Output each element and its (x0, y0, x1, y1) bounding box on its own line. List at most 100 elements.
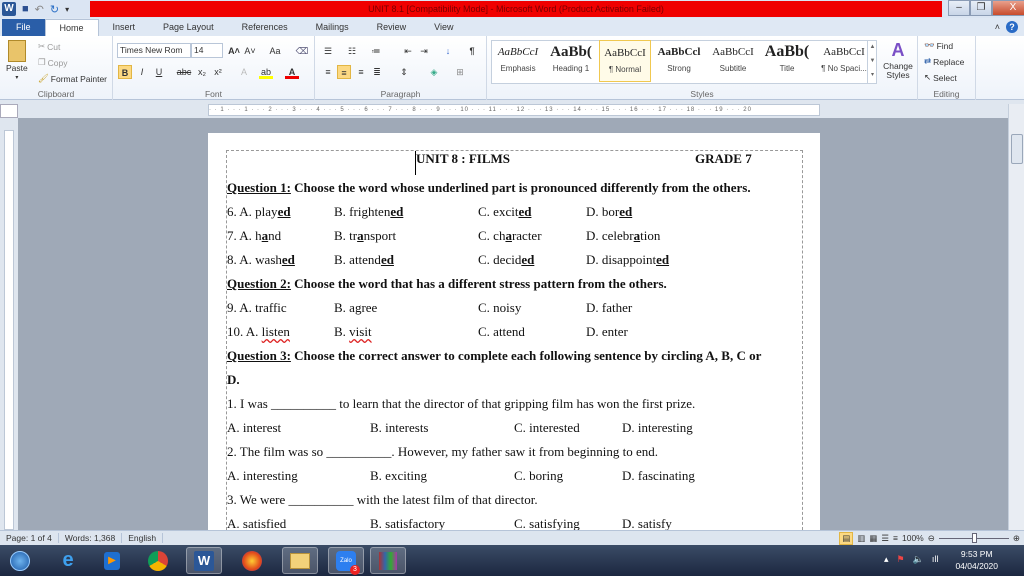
zoom-slider[interactable] (938, 532, 1009, 543)
style-subtitle[interactable]: AaBbCcI Subtitle (707, 40, 759, 82)
web-layout-icon[interactable]: ▦ (869, 533, 877, 544)
line-spacing-icon[interactable]: ⇕ (397, 65, 411, 79)
tab-file[interactable]: File (2, 19, 45, 36)
tab-insert[interactable]: Insert (99, 19, 150, 36)
style-emphasis[interactable]: AaBbCcI Emphasis (492, 40, 544, 82)
status-bar: Page: 1 of 4 Words: 1,368 English ▤ ▥ ▦ … (0, 530, 1024, 545)
start-button[interactable] (2, 547, 38, 574)
taskbar-clock[interactable]: 9:53 PM 04/04/2020 (955, 548, 998, 572)
italic-button[interactable]: I (135, 65, 149, 79)
bullets-icon[interactable]: ☰ (321, 44, 335, 58)
strikethrough-button[interactable]: abc (175, 65, 193, 79)
multilevel-list-icon[interactable]: ≔ (369, 44, 383, 58)
underline-button[interactable]: U (152, 65, 166, 79)
justify-icon[interactable]: ≣ (370, 65, 384, 79)
align-center-icon[interactable]: ≡ (337, 65, 351, 79)
replace-button[interactable]: ⇄ Replace (924, 56, 964, 67)
increase-indent-icon[interactable]: ⇥ (417, 44, 431, 58)
zoom-out-icon[interactable]: ⊖ (928, 533, 935, 544)
paste-button[interactable]: Paste ▾ (6, 40, 28, 81)
change-styles-button[interactable]: A Change Styles (881, 40, 915, 80)
answer-option: C. character (478, 228, 542, 244)
language[interactable]: English (122, 533, 164, 543)
document-content[interactable]: UNIT 8 : FILMS GRADE 7 Question 1: Choos… (226, 150, 803, 540)
shrink-font-button[interactable]: A˅ (243, 44, 257, 58)
text-effects-icon[interactable]: A (237, 65, 251, 79)
format-painter-button[interactable]: 🖌 Format Painter (38, 73, 107, 84)
action-center-icon[interactable]: ⚑ (897, 554, 905, 565)
taskbar-file-explorer[interactable] (282, 547, 318, 574)
tab-mailings[interactable]: Mailings (302, 19, 363, 36)
taskbar-internet-explorer[interactable]: e (50, 547, 86, 574)
horizontal-ruler[interactable]: · · 1 · · · 1 · · · 2 · · · 3 · · · 4 · … (208, 104, 820, 116)
tab-view[interactable]: View (420, 19, 467, 36)
tab-review[interactable]: Review (363, 19, 421, 36)
style-heading-1[interactable]: AaBb(Heading 1 (545, 40, 597, 82)
customize-qat-icon[interactable]: ▾ (65, 5, 69, 14)
volume-icon[interactable]: 🔈 (913, 554, 924, 565)
outline-icon[interactable]: ☰ (881, 533, 889, 544)
network-icon[interactable]: ıll (932, 554, 939, 565)
font-size-select[interactable]: 14 (191, 43, 223, 58)
close-button[interactable]: X (992, 0, 1024, 16)
style-normal[interactable]: AaBbCcI ¶ Normal (599, 40, 651, 82)
sort-icon[interactable]: ↓ (441, 44, 455, 58)
vertical-scrollbar[interactable] (1008, 104, 1024, 530)
superscript-button[interactable]: x² (211, 65, 225, 79)
style-strong[interactable]: AaBbCcl Strong (653, 40, 705, 82)
page-count[interactable]: Page: 1 of 4 (0, 533, 59, 543)
redo-icon[interactable]: ↻ (50, 3, 59, 16)
help-icon[interactable]: ? (1006, 21, 1018, 33)
answer-option: B. interests (370, 420, 429, 436)
restore-button[interactable]: ❐ (970, 0, 992, 16)
scroll-thumb[interactable] (1011, 134, 1023, 164)
change-case-button[interactable]: Aa (265, 44, 285, 58)
minimize-button[interactable]: – (948, 0, 970, 16)
copy-button[interactable]: ❐ Copy (38, 57, 67, 68)
cut-button[interactable]: ✂ Cut (38, 41, 60, 52)
option-text: tion (640, 228, 661, 243)
clear-formatting-icon[interactable]: ⌫ (295, 44, 309, 58)
bold-button[interactable]: B (118, 65, 132, 79)
minimize-ribbon-icon[interactable]: ˄ (995, 22, 1000, 32)
word-app-icon[interactable]: W (2, 2, 16, 16)
align-left-icon[interactable]: ≡ (321, 65, 335, 79)
borders-icon[interactable]: ⊞ (453, 65, 467, 79)
taskbar-word[interactable]: W (186, 547, 222, 574)
full-screen-icon[interactable]: ▥ (857, 533, 865, 544)
decrease-indent-icon[interactable]: ⇤ (401, 44, 415, 58)
show-hidden-icons[interactable]: ▴ (884, 554, 889, 565)
shading-icon[interactable]: ◈ (427, 65, 441, 79)
vertical-ruler[interactable] (4, 130, 14, 530)
save-icon[interactable]: ■ (22, 3, 29, 15)
tab-home[interactable]: Home (44, 19, 99, 36)
zoom-level[interactable]: 100% (902, 533, 924, 543)
grow-font-button[interactable]: A˄ (227, 44, 241, 58)
undo-icon[interactable]: ↶ (35, 3, 44, 16)
highlight-button[interactable]: ab (259, 65, 273, 79)
select-button[interactable]: ↖ Select (924, 72, 957, 83)
taskbar-chrome[interactable] (140, 547, 176, 574)
taskbar-zalo[interactable]: Zalo 3 (328, 547, 364, 575)
tab-page-layout[interactable]: Page Layout (149, 19, 228, 36)
taskbar-winrar[interactable] (370, 547, 406, 574)
draft-icon[interactable]: ≡ (893, 533, 898, 543)
font-color-button[interactable]: A (285, 65, 299, 79)
find-button[interactable]: 👓 Find (924, 40, 953, 51)
taskbar-media-player[interactable]: ▶ (94, 547, 130, 574)
show-formatting-button[interactable]: ¶ (465, 44, 479, 58)
style-title[interactable]: AaBb(Title (761, 40, 813, 82)
tab-references[interactable]: References (228, 19, 302, 36)
taskbar-firefox[interactable] (234, 547, 270, 574)
zoom-in-icon[interactable]: ⊕ (1013, 533, 1020, 544)
styles-scroll[interactable]: ▲ ▼ ▾ (867, 40, 877, 84)
subscript-button[interactable]: x₂ (195, 65, 209, 79)
font-name-select[interactable]: Times New Rom (117, 43, 191, 58)
style-no-spacing[interactable]: AaBbCcI ¶ No Spaci... (815, 40, 873, 82)
answer-option: B. agree (334, 300, 377, 316)
tab-selector[interactable] (0, 104, 18, 118)
numbering-icon[interactable]: ☷ (345, 44, 359, 58)
align-right-icon[interactable]: ≡ (354, 65, 368, 79)
word-count[interactable]: Words: 1,368 (59, 533, 123, 543)
print-layout-icon[interactable]: ▤ (839, 531, 854, 545)
